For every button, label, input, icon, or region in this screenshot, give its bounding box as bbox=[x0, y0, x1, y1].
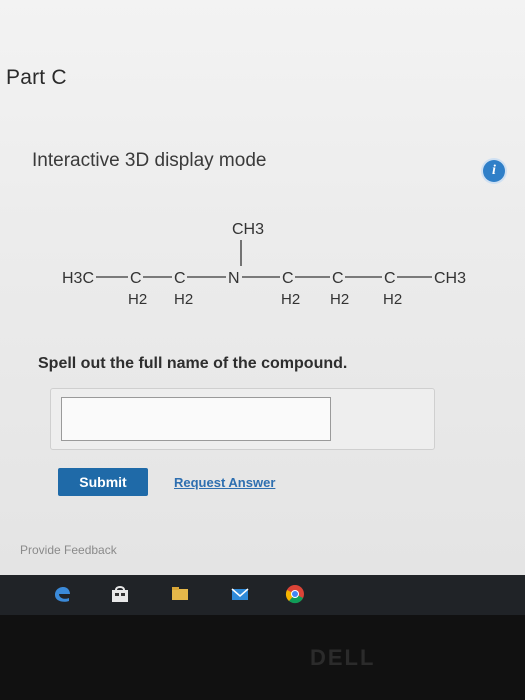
chain-carbon-4: C bbox=[332, 270, 344, 287]
h2-label-4: H2 bbox=[330, 291, 349, 308]
chain-carbon-5: C bbox=[384, 270, 396, 287]
info-icon[interactable]: i bbox=[483, 160, 505, 182]
chain-left-end: H3C bbox=[62, 270, 94, 287]
edge-icon[interactable] bbox=[52, 584, 72, 604]
brand-logo: DELL bbox=[310, 645, 376, 670]
h2-label-2: H2 bbox=[174, 291, 193, 308]
chrome-icon[interactable] bbox=[285, 584, 305, 604]
browser-viewport: Part C Interactive 3D display mode i CH3… bbox=[0, 0, 525, 575]
chain-right-end: CH3 bbox=[434, 270, 466, 287]
request-answer-link[interactable]: Request Answer bbox=[174, 475, 275, 490]
display-mode-label: Interactive 3D display mode bbox=[32, 150, 267, 171]
answer-input[interactable] bbox=[61, 397, 331, 441]
chain-carbon-3: C bbox=[282, 270, 294, 287]
h2-label-5: H2 bbox=[383, 291, 402, 308]
h2-label-1: H2 bbox=[128, 291, 147, 308]
provide-feedback-link[interactable]: Provide Feedback bbox=[20, 543, 117, 557]
chain-carbon-1: C bbox=[130, 270, 142, 287]
h2-label-3: H2 bbox=[281, 291, 300, 308]
submit-button[interactable]: Submit bbox=[58, 468, 148, 496]
file-explorer-icon[interactable] bbox=[170, 584, 190, 604]
question-prompt: Spell out the full name of the compound. bbox=[38, 355, 348, 372]
monitor-bezel: DELL bbox=[0, 615, 525, 700]
methyl-group-top: CH3 bbox=[232, 221, 264, 238]
structural-formula: CH3 H3C C C N C C C CH3 H2 H2 H2 H2 H2 bbox=[62, 221, 466, 308]
answer-panel bbox=[50, 388, 435, 450]
part-title: Part C bbox=[6, 66, 67, 89]
store-icon[interactable] bbox=[110, 584, 130, 604]
chain-carbon-2: C bbox=[174, 270, 186, 287]
windows-taskbar bbox=[0, 575, 525, 615]
chain-nitrogen: N bbox=[228, 270, 240, 287]
mail-icon[interactable] bbox=[230, 584, 250, 604]
